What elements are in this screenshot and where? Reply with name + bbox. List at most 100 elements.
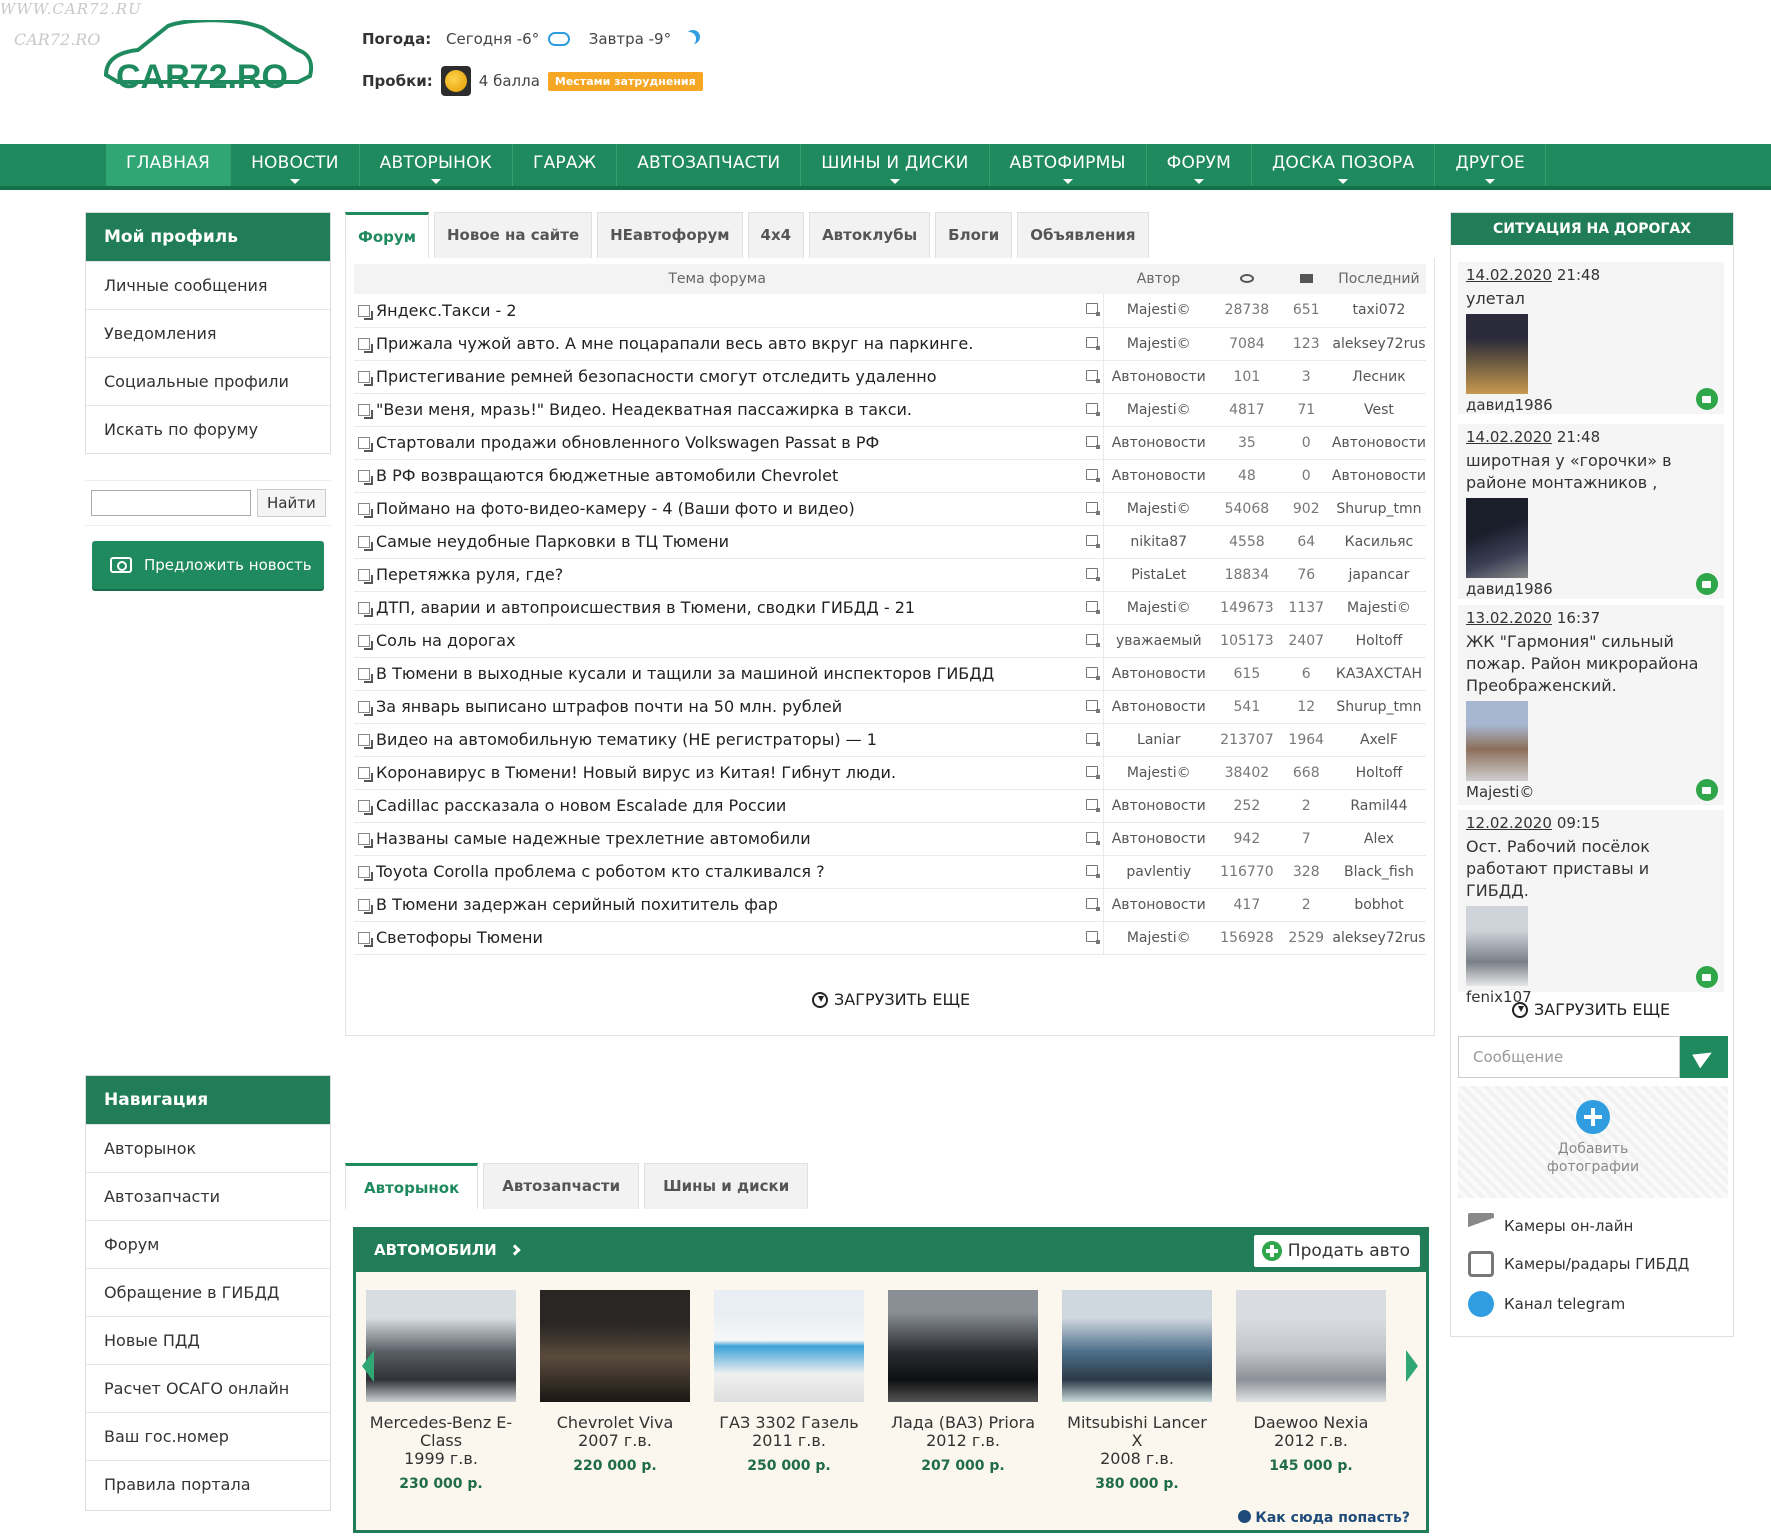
forum-author[interactable]: Majesti© <box>1103 294 1214 328</box>
forum-tab-6[interactable]: Объявления <box>1017 212 1149 258</box>
forum-topic-title[interactable]: Перетяжка руля, где? <box>376 565 563 584</box>
road-post-date[interactable]: 12.02.2020 <box>1466 814 1552 832</box>
how-to-get-here-link[interactable]: Как сюда попасть? <box>1238 1510 1410 1526</box>
market-tab-2[interactable]: Шины и диски <box>644 1163 809 1209</box>
forum-topic-cell[interactable]: В РФ возвращаются бюджетные автомобили C… <box>354 459 1081 493</box>
last-page-icon[interactable] <box>1085 303 1100 317</box>
last-page-icon[interactable] <box>1085 534 1100 548</box>
send-icon[interactable] <box>1680 1036 1728 1078</box>
market-title[interactable]: АВТОМОБИЛИ <box>374 1241 497 1259</box>
sell-car-button[interactable]: Продать авто <box>1253 1235 1420 1267</box>
forum-topic-cell[interactable]: Поймано на фото-видео-камеру - 4 (Ваши ф… <box>354 492 1081 526</box>
road-post-photo[interactable] <box>1466 498 1528 578</box>
forum-author[interactable]: Laniar <box>1103 723 1214 757</box>
forum-last-user[interactable]: Holtoff <box>1331 756 1426 790</box>
forum-topic-title[interactable]: Видео на автомобильную тематику (НЕ реги… <box>376 730 877 749</box>
nav-item-4[interactable]: АВТОЗАПЧАСТИ <box>617 144 802 186</box>
forum-topic-cell[interactable]: Соль на дорогах <box>354 624 1081 658</box>
nav-item-2[interactable]: АВТОРЫНОК <box>360 144 514 186</box>
suggest-news-button[interactable]: Предложить новость <box>92 541 324 589</box>
thumbs-up-icon[interactable] <box>1696 388 1718 410</box>
road-post-user[interactable]: Majesti© <box>1466 783 1716 801</box>
last-page-icon[interactable] <box>1085 567 1100 581</box>
forum-author[interactable]: PistaLet <box>1103 558 1214 592</box>
thumbs-up-icon[interactable] <box>1696 573 1718 595</box>
navigation-item-1[interactable]: Автозапчасти <box>86 1172 330 1220</box>
forum-last-user[interactable]: Majesti© <box>1331 591 1426 625</box>
forum-topic-title[interactable]: Пристегивание ремней безопасности смогут… <box>376 367 936 386</box>
forum-search-input[interactable] <box>91 490 251 516</box>
navigation-item-3[interactable]: Обращение в ГИБДД <box>86 1268 330 1316</box>
forum-topic-cell[interactable]: Пристегивание ремней безопасности смогут… <box>354 360 1081 394</box>
last-page-icon[interactable] <box>1085 897 1100 911</box>
forum-author[interactable]: Majesti© <box>1103 492 1214 526</box>
forum-last-user[interactable]: Автоновости <box>1331 426 1426 460</box>
last-page-icon[interactable] <box>1085 468 1100 482</box>
forum-topic-title[interactable]: В РФ возвращаются бюджетные автомобили C… <box>376 466 838 485</box>
forum-tab-4[interactable]: Автоклубы <box>809 212 931 258</box>
navigation-item-0[interactable]: Авторынок <box>86 1124 330 1172</box>
link-telegram[interactable]: Канал telegram <box>1468 1291 1625 1317</box>
last-page-icon[interactable] <box>1085 666 1100 680</box>
forum-topic-cell[interactable]: Названы самые надежные трехлетние автомо… <box>354 822 1081 856</box>
add-photo-button[interactable]: Добавить фотографии <box>1458 1086 1728 1198</box>
forum-author[interactable]: Автоновости <box>1103 360 1214 394</box>
link-cameras-online[interactable]: Камеры он-лайн <box>1468 1213 1633 1239</box>
car-card[interactable]: Chevrolet Viva 2007 г.в. 220 000 р. <box>540 1290 690 1474</box>
road-post-photo[interactable] <box>1466 314 1528 394</box>
forum-last-user[interactable]: bobhot <box>1331 888 1426 922</box>
forum-tab-3[interactable]: 4x4 <box>747 212 805 258</box>
last-page-icon[interactable] <box>1085 402 1100 416</box>
forum-last-user[interactable]: Shurup_tmn <box>1331 492 1426 526</box>
forum-topic-cell[interactable]: Cadillac рассказала о новом Escalade для… <box>354 789 1081 823</box>
forum-last-user[interactable]: Ramil44 <box>1331 789 1426 823</box>
forum-topic-cell[interactable]: Прижала чужой авто. А мне поцарапали вес… <box>354 327 1081 361</box>
car-card[interactable]: Mitsubishi Lancer X 2008 г.в. 380 000 р. <box>1062 1290 1212 1492</box>
nav-item-0[interactable]: ГЛАВНАЯ <box>106 144 232 186</box>
forum-topic-title[interactable]: Toyota Corolla проблема с роботом кто ст… <box>376 862 825 881</box>
forum-last-user[interactable]: AxelF <box>1331 723 1426 757</box>
last-page-icon[interactable] <box>1085 633 1100 647</box>
forum-topic-title[interactable]: Светофоры Тюмени <box>376 928 543 947</box>
forum-topic-cell[interactable]: В Тюмени задержан серийный похититель фа… <box>354 888 1081 922</box>
forum-author[interactable]: Автоновости <box>1103 426 1214 460</box>
market-tab-1[interactable]: Автозапчасти <box>483 1163 640 1209</box>
forum-author[interactable]: Majesti© <box>1103 756 1214 790</box>
forum-topic-cell[interactable]: ДТП, аварии и автопроисшествия в Тюмени,… <box>354 591 1081 625</box>
road-post-photo[interactable] <box>1466 906 1528 986</box>
profile-item-forum-search[interactable]: Искать по форуму <box>86 405 330 453</box>
carousel-next-icon[interactable] <box>1406 1350 1418 1382</box>
last-page-icon[interactable] <box>1085 732 1100 746</box>
forum-last-user[interactable]: Black_fish <box>1331 855 1426 889</box>
forum-author[interactable]: Автоновости <box>1103 657 1214 691</box>
profile-item-notifications[interactable]: Уведомления <box>86 309 330 357</box>
forum-topic-title[interactable]: "Вези меня, мразь!" Видео. Неадекватная … <box>376 400 912 419</box>
forum-topic-title[interactable]: Самые неудобные Парковки в ТЦ Тюмени <box>376 532 729 551</box>
car-photo[interactable] <box>888 1290 1038 1402</box>
forum-last-user[interactable]: aleksey72rus <box>1331 921 1426 955</box>
forum-topic-cell[interactable]: За январь выписано штрафов почти на 50 м… <box>354 690 1081 724</box>
last-page-icon[interactable] <box>1085 435 1100 449</box>
forum-topic-cell[interactable]: В Тюмени в выходные кусали и тащили за м… <box>354 657 1081 691</box>
car-card[interactable]: ГАЗ 3302 Газель 2011 г.в. 250 000 р. <box>714 1290 864 1474</box>
forum-topic-cell[interactable]: Toyota Corolla проблема с роботом кто ст… <box>354 855 1081 889</box>
car-photo[interactable] <box>366 1290 516 1402</box>
road-post-date[interactable]: 14.02.2020 <box>1466 428 1552 446</box>
navigation-item-4[interactable]: Новые ПДД <box>86 1316 330 1364</box>
road-post-date[interactable]: 13.02.2020 <box>1466 609 1552 627</box>
forum-tab-1[interactable]: Новое на сайте <box>433 212 593 258</box>
nav-item-7[interactable]: ФОРУМ <box>1147 144 1252 186</box>
last-page-icon[interactable] <box>1085 336 1100 350</box>
forum-topic-cell[interactable]: Коронавирус в Тюмени! Новый вирус из Кит… <box>354 756 1081 790</box>
forum-topic-cell[interactable]: Перетяжка руля, где? <box>354 558 1081 592</box>
nav-item-8[interactable]: ДОСКА ПОЗОРА <box>1252 144 1436 186</box>
roads-load-more[interactable]: ЗАГРУЗИТЬ ЕЩЕ <box>1512 1000 1670 1019</box>
forum-last-user[interactable]: Касильяс <box>1331 525 1426 559</box>
forum-topic-title[interactable]: Cadillac рассказала о новом Escalade для… <box>376 796 786 815</box>
last-page-icon[interactable] <box>1085 699 1100 713</box>
thumbs-up-icon[interactable] <box>1696 779 1718 801</box>
forum-topic-title[interactable]: Названы самые надежные трехлетние автомо… <box>376 829 811 848</box>
link-gibdd-radars[interactable]: Камеры/радары ГИБДД <box>1468 1251 1689 1277</box>
last-page-icon[interactable] <box>1085 600 1100 614</box>
road-post-user[interactable]: давид1986 <box>1466 396 1716 414</box>
